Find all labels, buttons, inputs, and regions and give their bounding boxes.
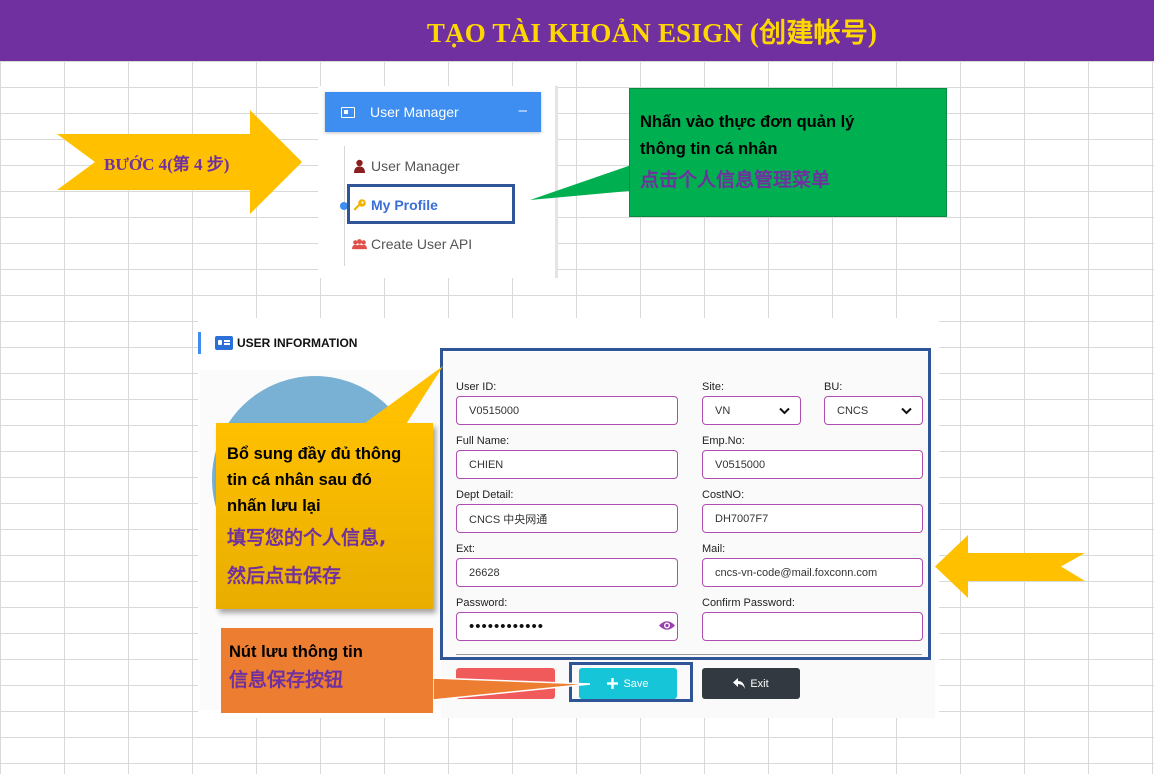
callout-menu-instruction: Nhấn vào thực đơn quản lý thông tin cá n… [629, 88, 947, 217]
id-card-icon [341, 106, 355, 118]
save-button-highlight [569, 662, 693, 702]
callout-form-instruction: Bổ sung đầy đủ thông tin cá nhân sau đó … [216, 423, 433, 609]
callout-text-vi: nhấn lưu lại [227, 497, 321, 515]
page-title: TẠO TÀI KHOẢN ESIGN (创建帐号) [426, 18, 878, 48]
reply-icon [733, 678, 746, 689]
callout-text-zh: 然后点击保存 [227, 565, 342, 587]
form-title: USER INFORMATION [198, 332, 357, 354]
callout-text-zh: 填写您的个人信息, [227, 527, 387, 549]
title-banner: TẠO TÀI KHOẢN ESIGN (创建帐号) [0, 0, 1154, 61]
menu-item-user-manager[interactable]: User Manager [352, 158, 460, 174]
callout-text-vi: Nút lưu thông tin [229, 643, 363, 661]
menu-item-label: User Manager [371, 158, 460, 174]
menu-item-label: Create User API [371, 236, 473, 252]
exit-button-label: Exit [750, 677, 769, 690]
users-icon [352, 237, 367, 252]
exit-button[interactable]: Exit [702, 668, 800, 699]
callout-text-vi: Nhấn vào thực đơn quản lý [640, 113, 855, 131]
delete-button[interactable] [456, 668, 555, 699]
user-icon [352, 159, 367, 174]
id-card-icon [215, 336, 233, 350]
menu-item-create-user-api[interactable]: Create User API [352, 236, 472, 252]
callout-text-zh: 信息保存按钮 [229, 669, 344, 691]
menu-header-label: User Manager [370, 104, 459, 120]
callout-text-vi: Bổ sung đầy đủ thông [227, 445, 402, 463]
step-label: BƯỚC 4(第 4 步) [104, 155, 230, 174]
callout-text-vi: tin cá nhân sau đó [227, 471, 372, 489]
menu-screenshot: User Manager – User Manager My Profile C… [318, 86, 558, 278]
callout-save-button: Nút lưu thông tin 信息保存按钮 [221, 628, 433, 713]
callout-text-zh: 点击个人信息管理菜单 [640, 169, 831, 191]
menu-header-user-manager[interactable]: User Manager – [325, 92, 541, 132]
form-title-text: USER INFORMATION [237, 336, 358, 350]
collapse-icon[interactable]: – [519, 102, 527, 119]
left-arrow-icon [935, 535, 1085, 598]
form-fields-highlight [440, 348, 931, 660]
my-profile-highlight [347, 184, 515, 224]
callout-text-vi: thông tin cá nhân [640, 140, 778, 158]
